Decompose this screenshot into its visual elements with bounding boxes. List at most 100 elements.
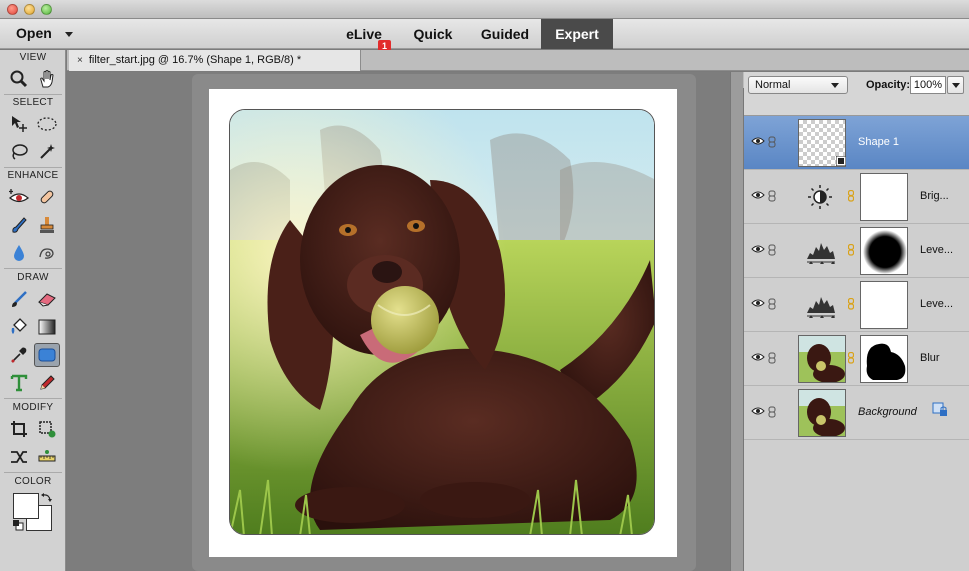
content-aware-move-tool[interactable] [6,445,32,469]
document-tab-strip: × filter_start.jpg @ 16.7% (Shape 1, RGB/… [67,50,969,71]
smart-brush-tool[interactable] [6,213,32,237]
blur-tool[interactable] [6,241,32,265]
layer-row-blur[interactable]: Blur [744,332,969,386]
layer-name: Leve... [920,244,954,256]
window-zoom-button[interactable] [41,4,52,15]
straighten-tool[interactable] [34,445,60,469]
layer-mask-thumbnail [860,173,908,221]
layer-link-icon[interactable] [768,244,776,256]
layer-row-shape-1[interactable]: Shape 1 [744,116,969,170]
type-tool[interactable] [6,371,32,395]
recompose-tool[interactable] [34,417,60,441]
sponge-tool[interactable] [34,241,60,265]
gradient-tool[interactable] [34,315,60,339]
layer-mask-thumbnail [860,335,908,383]
eraser-tool[interactable] [34,287,60,311]
elliptical-marquee-icon [37,117,57,131]
layer-row-background[interactable]: Background [744,386,969,440]
layer-row-brightness[interactable]: Brig... [744,170,969,224]
levels-histogram-icon [807,297,835,318]
toolbox-divider [4,94,62,95]
close-document-icon[interactable]: × [77,55,83,66]
chevron-down-icon [831,83,839,88]
hand-tool[interactable] [34,67,60,91]
zoom-tool[interactable] [6,67,32,91]
visibility-eye-icon[interactable] [751,244,765,254]
visibility-eye-icon[interactable] [751,352,765,362]
opacity-input[interactable]: 100% [910,76,946,94]
section-color-label: COLOR [14,476,52,487]
document-canvas[interactable] [209,89,677,557]
water-drop-icon [14,245,24,261]
visibility-eye-icon[interactable] [751,298,765,308]
layer-name: Brig... [920,190,949,202]
blend-mode-select[interactable]: Normal [748,76,848,94]
recompose-icon [39,421,56,438]
crop-tool[interactable] [6,417,32,441]
mask-link-icon[interactable] [848,352,854,364]
move-tool[interactable] [6,112,32,136]
stamp-icon [40,217,54,233]
layer-link-icon[interactable] [768,298,776,310]
document-tab[interactable]: × filter_start.jpg @ 16.7% (Shape 1, RGB/… [69,50,361,71]
eyedropper-tool[interactable] [6,343,32,367]
brush-tool[interactable] [6,287,32,311]
opacity-label: Opacity: [866,79,911,91]
levels-histogram-icon [807,243,835,264]
crossed-arrows-icon [11,451,27,463]
mask-link-icon[interactable] [848,244,854,256]
swap-colors-icon[interactable] [41,492,53,504]
window-close-button[interactable] [7,4,18,15]
open-dropdown-caret-icon[interactable] [65,32,73,37]
layer-row-levels-2[interactable]: Leve... [744,278,969,332]
quick-selection-tool[interactable] [34,140,60,164]
pencil-tool[interactable] [34,371,60,395]
brightness-sun-icon [808,185,832,209]
mode-bar: Open eLive 1 Quick Guided Expert [0,19,969,52]
mask-link-icon[interactable] [848,298,854,310]
visibility-eye-icon[interactable] [751,136,765,146]
locked-layer-icon[interactable] [932,402,948,418]
finger-smudge-icon [39,248,54,259]
eraser-icon [38,293,56,307]
window-minimize-button[interactable] [24,4,35,15]
magnifier-icon [10,70,28,88]
paint-bucket-icon [11,318,27,334]
tab-guided[interactable]: Guided [472,19,538,49]
dog-photo[interactable] [229,109,655,535]
dog-thumbnail-image [799,390,845,436]
mask-link-icon[interactable] [848,190,854,202]
custom-shape-tool[interactable] [34,343,60,367]
dog-silhouette-mask [866,343,906,380]
default-colors-icon[interactable] [12,519,24,531]
layer-link-icon[interactable] [768,136,776,148]
paint-bucket-tool[interactable] [6,315,32,339]
tab-quick[interactable]: Quick [402,19,464,49]
blob-mask-shape [863,230,907,274]
section-view-label: VIEW [19,52,47,63]
layer-link-icon[interactable] [768,352,776,364]
red-eye-tool[interactable] [6,185,32,209]
section-enhance-label: ENHANCE [7,170,59,181]
pencil-icon [40,375,55,390]
foreground-color-swatch[interactable] [13,493,39,519]
spot-healing-tool[interactable] [34,185,60,209]
opacity-slider-toggle[interactable] [947,76,964,94]
hand-icon [40,70,54,88]
straighten-icon [38,450,56,462]
canvas-area[interactable] [67,72,730,571]
canvas-vertical-scrollbar[interactable] [730,72,743,571]
toolbox-divider [4,472,62,473]
clone-stamp-tool[interactable] [34,213,60,237]
visibility-eye-icon[interactable] [751,406,765,416]
visibility-eye-icon[interactable] [751,190,765,200]
layer-name: Blur [920,352,940,364]
lasso-tool[interactable] [6,140,32,164]
marquee-tool[interactable] [34,112,60,136]
tab-expert[interactable]: Expert [541,19,613,49]
layer-link-icon[interactable] [768,406,776,418]
layer-row-levels-1[interactable]: Leve... [744,224,969,278]
open-button[interactable]: Open [16,25,52,41]
layer-link-icon[interactable] [768,190,776,202]
move-arrows-icon [12,116,27,132]
